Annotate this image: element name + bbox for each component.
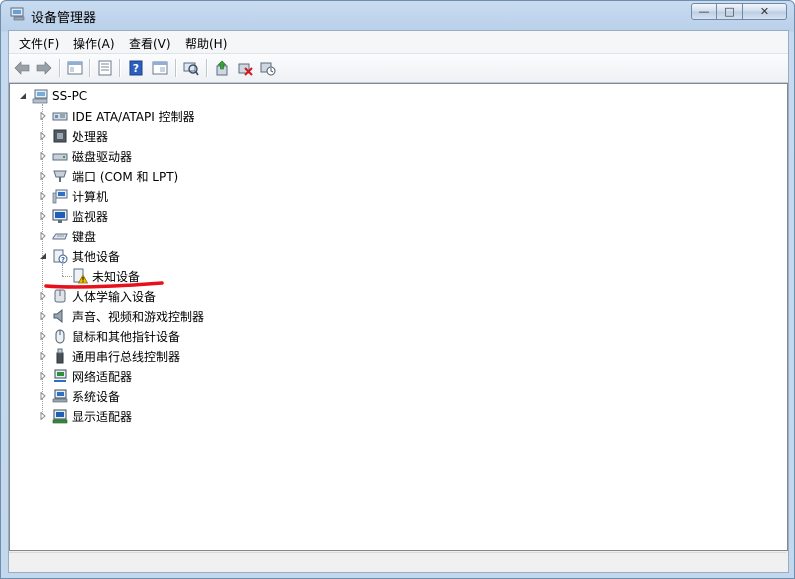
network-adapter-icon [52,368,68,384]
mouse-icon [52,328,68,344]
tree-category[interactable]: 键盘 [38,226,96,246]
expand-icon[interactable] [38,391,48,401]
tree-category-label: 网络适配器 [72,369,133,384]
expand-icon[interactable] [38,151,48,161]
device-manager-icon [10,7,26,21]
caption-buttons: — □ ✕ [691,3,787,21]
disk-drive-icon [52,148,68,164]
menu-view[interactable]: 查看(V) [129,35,171,52]
keyboard-icon [52,228,68,244]
hid-icon [52,288,68,304]
expand-icon[interactable] [38,351,48,361]
update-driver-icon[interactable] [212,58,232,78]
minimize-button[interactable]: — [691,3,717,20]
tree-category-expanded[interactable]: ? 其他设备 [38,246,120,266]
collapse-icon[interactable] [18,91,28,101]
tree-category[interactable]: 声音、视频和游戏控制器 [38,306,204,326]
uninstall-icon[interactable] [235,58,255,78]
tree-category[interactable]: IDE ATA/ATAPI 控制器 [38,106,195,126]
close-icon: ✕ [759,5,770,18]
expand-icon[interactable] [38,331,48,341]
tree-category[interactable]: 计算机 [38,186,108,206]
tree-category-label: 监视器 [72,209,109,224]
svg-text:?: ? [61,256,65,264]
computer-icon [32,88,48,104]
tree-category[interactable]: 网络适配器 [38,366,132,386]
tree-category-label: 鼠标和其他指针设备 [72,329,181,344]
expand-icon[interactable] [38,131,48,141]
back-icon[interactable] [12,58,32,78]
tree-category[interactable]: 系统设备 [38,386,120,406]
title-bar[interactable]: 设备管理器 — □ ✕ [1,1,794,29]
expand-icon[interactable] [38,171,48,181]
expand-icon[interactable] [38,371,48,381]
tree-root-label: SS-PC [52,89,88,103]
tree-category-label: 人体学输入设备 [72,289,157,304]
system-device-icon [52,388,68,404]
minimize-icon: — [698,5,710,18]
expand-icon[interactable] [38,291,48,301]
device-tree[interactable]: SS-PC IDE ATA/ATAPI 控制器 处理器 磁盘驱动器 端口 (CO… [9,83,788,551]
device-manager-window: 设备管理器 — □ ✕ 文件(F) 操作(A) 查看(V) 帮助(H) ? SS… [0,0,795,579]
tree-category-label: 端口 (COM 和 LPT) [72,169,179,184]
show-hide-console-tree-icon[interactable] [65,58,85,78]
tree-category[interactable]: 通用串行总线控制器 [38,346,180,366]
tree-category[interactable]: 显示适配器 [38,406,132,426]
toolbar: ? [9,54,788,83]
port-icon [52,168,68,184]
tree-category[interactable]: 鼠标和其他指针设备 [38,326,180,346]
usb-icon [52,348,68,364]
view-icon[interactable] [150,58,170,78]
forward-icon[interactable] [34,58,54,78]
expand-icon[interactable] [38,211,48,221]
tree-category-label: 键盘 [72,229,97,244]
expand-icon[interactable] [38,111,48,121]
menu-action[interactable]: 操作(A) [73,35,115,52]
processor-icon [52,128,68,144]
tree-root[interactable]: SS-PC [18,86,87,106]
svg-text:?: ? [133,62,139,75]
ide-controller-icon [52,108,68,124]
tree-category-label: 通用串行总线控制器 [72,349,181,364]
speaker-icon [52,308,68,324]
menu-file[interactable]: 文件(F) [19,35,59,52]
properties-icon[interactable] [95,58,115,78]
tree-category[interactable]: 监视器 [38,206,108,226]
tree-category-label: 磁盘驱动器 [72,149,133,164]
tree-category-label: 其他设备 [72,249,121,264]
expand-icon[interactable] [38,191,48,201]
tree-category-label: 处理器 [72,129,109,144]
expand-icon[interactable] [38,231,48,241]
client-area: 文件(F) 操作(A) 查看(V) 帮助(H) ? SS-PC IDE ATA/… [8,30,789,573]
maximize-icon: □ [724,5,735,18]
tree-category[interactable]: 处理器 [38,126,108,146]
menu-help[interactable]: 帮助(H) [185,35,227,52]
computer-icon [52,188,68,204]
tree-category[interactable]: 端口 (COM 和 LPT) [38,166,178,186]
tree-category-label: 计算机 [72,189,109,204]
expand-icon[interactable] [38,411,48,421]
maximize-button[interactable]: □ [717,3,743,20]
status-bar [9,552,786,571]
expand-icon[interactable] [38,311,48,321]
tree-category-label: IDE ATA/ATAPI 控制器 [72,109,195,124]
tree-category-label: 显示适配器 [72,409,133,424]
tree-category[interactable]: 磁盘驱动器 [38,146,132,166]
collapse-icon[interactable] [38,251,48,261]
display-adapter-icon [52,408,68,424]
window-title: 设备管理器 [31,11,97,26]
tree-category-label: 声音、视频和游戏控制器 [72,309,205,324]
red-underline-annotation [44,281,164,289]
other-devices-icon: ? [52,248,68,264]
tree-category-label: 系统设备 [72,389,121,404]
help-icon[interactable]: ? [126,58,146,78]
disable-icon[interactable] [258,58,278,78]
menu-bar: 文件(F) 操作(A) 查看(V) 帮助(H) [9,31,788,54]
monitor-icon [52,208,68,224]
scan-hardware-icon[interactable] [181,58,201,78]
close-button[interactable]: ✕ [743,3,787,20]
